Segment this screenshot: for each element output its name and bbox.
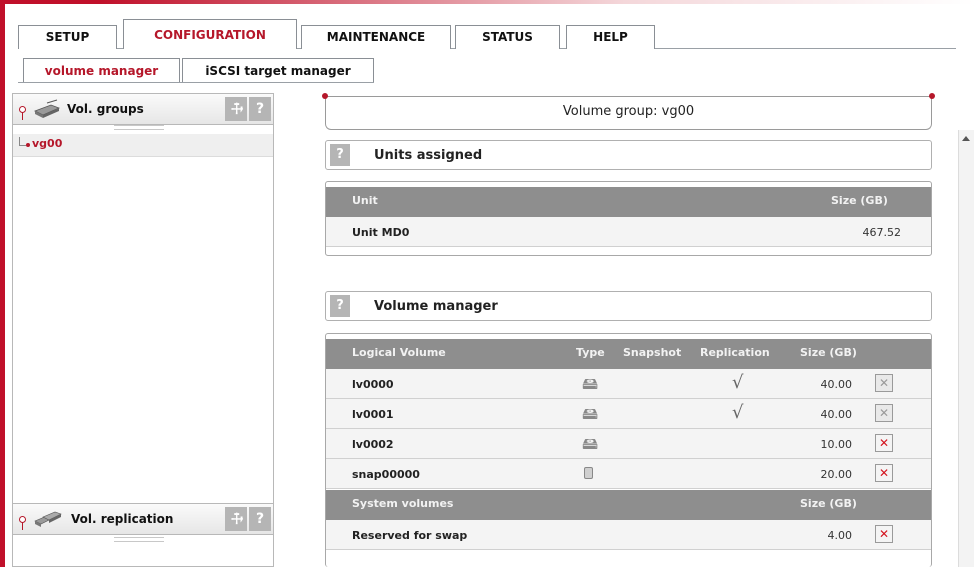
resize-grip[interactable] bbox=[114, 537, 164, 542]
replication-check-icon: √ bbox=[732, 402, 744, 423]
vol-groups-settings-button[interactable]: ⚒ bbox=[225, 97, 247, 121]
volume-group-title-line bbox=[325, 96, 932, 97]
volume-name: lv0002 bbox=[352, 438, 394, 451]
units-help-button[interactable]: ? bbox=[330, 144, 350, 166]
tree-item-vg00[interactable]: vg00 bbox=[13, 134, 273, 157]
table-row[interactable]: snap00000 20.00 ✕ bbox=[326, 459, 931, 489]
vol-replication-header: Vol. replication ⚒ ? bbox=[12, 503, 274, 535]
tab-setup[interactable]: SETUP bbox=[18, 25, 117, 49]
tree-elbow bbox=[19, 137, 26, 146]
snapshot-icon bbox=[584, 467, 593, 479]
volume-size: 4.00 bbox=[827, 529, 853, 542]
volume-size: 40.00 bbox=[820, 378, 853, 391]
subtab-iscsi-target-manager[interactable]: iSCSI target manager bbox=[182, 58, 374, 82]
table-row[interactable]: Unit MD0 467.52 bbox=[326, 217, 931, 247]
volume-manager-header: ? Volume manager bbox=[325, 291, 932, 321]
tree-bullet-icon bbox=[26, 143, 30, 147]
col-logical-volume: Logical Volume bbox=[352, 346, 446, 359]
col-type: Type bbox=[576, 346, 605, 359]
tree-item-label: vg00 bbox=[32, 137, 63, 150]
units-assigned-title: Units assigned bbox=[374, 148, 483, 163]
tab-configuration[interactable]: CONFIGURATION bbox=[123, 19, 297, 49]
volume-name: lv0001 bbox=[352, 408, 394, 421]
resize-grip[interactable] bbox=[114, 125, 164, 130]
volumes-table-header: Logical Volume Type Snapshot Replication… bbox=[326, 339, 931, 369]
hard-drive-icon bbox=[34, 99, 61, 118]
delete-button[interactable]: ✕ bbox=[875, 404, 893, 422]
window-top-border-fade bbox=[100, 0, 974, 4]
col-size: Size (GB) bbox=[831, 194, 888, 207]
delete-button[interactable]: ✕ bbox=[875, 525, 893, 543]
replication-check-icon: √ bbox=[732, 372, 744, 393]
volume-name: Reserved for swap bbox=[352, 529, 468, 542]
col-system-volumes: System volumes bbox=[352, 497, 454, 510]
vol-replication-settings-button[interactable]: ⚒ bbox=[225, 507, 247, 531]
delete-button[interactable]: ✕ bbox=[875, 434, 893, 452]
table-row[interactable]: Reserved for swap 4.00 ✕ bbox=[326, 520, 931, 550]
volume-group-title: Volume group: vg00 bbox=[325, 96, 932, 130]
volume-size: 20.00 bbox=[820, 468, 853, 481]
units-table-header: Unit Size (GB) bbox=[326, 187, 931, 217]
corner-dot-icon bbox=[322, 93, 328, 99]
scroll-up-icon[interactable] bbox=[962, 136, 970, 141]
vol-groups-header: Vol. groups ⚒ ? bbox=[12, 93, 274, 125]
delete-button[interactable]: ✕ bbox=[875, 464, 893, 482]
col-size: Size (GB) bbox=[800, 346, 857, 359]
subtab-volume-manager[interactable]: volume manager bbox=[23, 58, 180, 82]
col-unit: Unit bbox=[352, 194, 378, 207]
volume-name: snap00000 bbox=[352, 468, 420, 481]
vertical-scrollbar[interactable] bbox=[958, 130, 974, 567]
delete-button[interactable]: ✕ bbox=[875, 374, 893, 392]
vol-replication-title: Vol. replication bbox=[71, 512, 174, 526]
main-tabs: SETUP CONFIGURATION MAINTENANCE STATUS H… bbox=[18, 19, 974, 49]
col-size: Size (GB) bbox=[800, 497, 857, 510]
volumes-table: Logical Volume Type Snapshot Replication… bbox=[325, 333, 932, 567]
table-row[interactable]: lv0000 🖴 √ 40.00 ✕ bbox=[326, 369, 931, 399]
window-left-border bbox=[0, 0, 5, 567]
volume-manager-help-button[interactable]: ? bbox=[330, 295, 350, 317]
left-panel bbox=[12, 93, 274, 567]
tab-status[interactable]: STATUS bbox=[455, 25, 560, 49]
lv-icon: 🖴 bbox=[582, 374, 599, 393]
col-snapshot: Snapshot bbox=[623, 346, 682, 359]
pin-line bbox=[22, 112, 23, 120]
volume-manager-title: Volume manager bbox=[374, 299, 498, 314]
replication-drives-icon bbox=[34, 511, 62, 527]
units-assigned-header: ? Units assigned bbox=[325, 140, 932, 170]
vol-replication-help-button[interactable]: ? bbox=[249, 507, 271, 531]
vol-groups-title: Vol. groups bbox=[67, 102, 144, 116]
volume-size: 40.00 bbox=[820, 408, 853, 421]
tab-maintenance[interactable]: MAINTENANCE bbox=[301, 25, 451, 49]
tab-help[interactable]: HELP bbox=[566, 25, 655, 49]
vol-groups-help-button[interactable]: ? bbox=[249, 97, 271, 121]
table-row[interactable]: lv0001 🖴 √ 40.00 ✕ bbox=[326, 399, 931, 429]
units-table: Unit Size (GB) Unit MD0 467.52 bbox=[325, 181, 932, 256]
pin-line bbox=[22, 522, 23, 530]
wrench-icon: ⚒ bbox=[225, 98, 247, 120]
table-row[interactable]: lv0002 🖴 10.00 ✕ bbox=[326, 429, 931, 459]
unit-name: Unit MD0 bbox=[352, 226, 410, 239]
wrench-icon: ⚒ bbox=[225, 508, 247, 530]
unit-size: 467.52 bbox=[862, 226, 902, 239]
volume-size: 10.00 bbox=[820, 438, 853, 451]
col-replication: Replication bbox=[700, 346, 770, 359]
volume-name: lv0000 bbox=[352, 378, 394, 391]
system-volumes-header: System volumes Size (GB) bbox=[326, 490, 931, 520]
lv-icon: 🖴 bbox=[582, 404, 599, 423]
lv-icon: 🖴 bbox=[582, 434, 599, 453]
corner-dot-icon bbox=[929, 93, 935, 99]
